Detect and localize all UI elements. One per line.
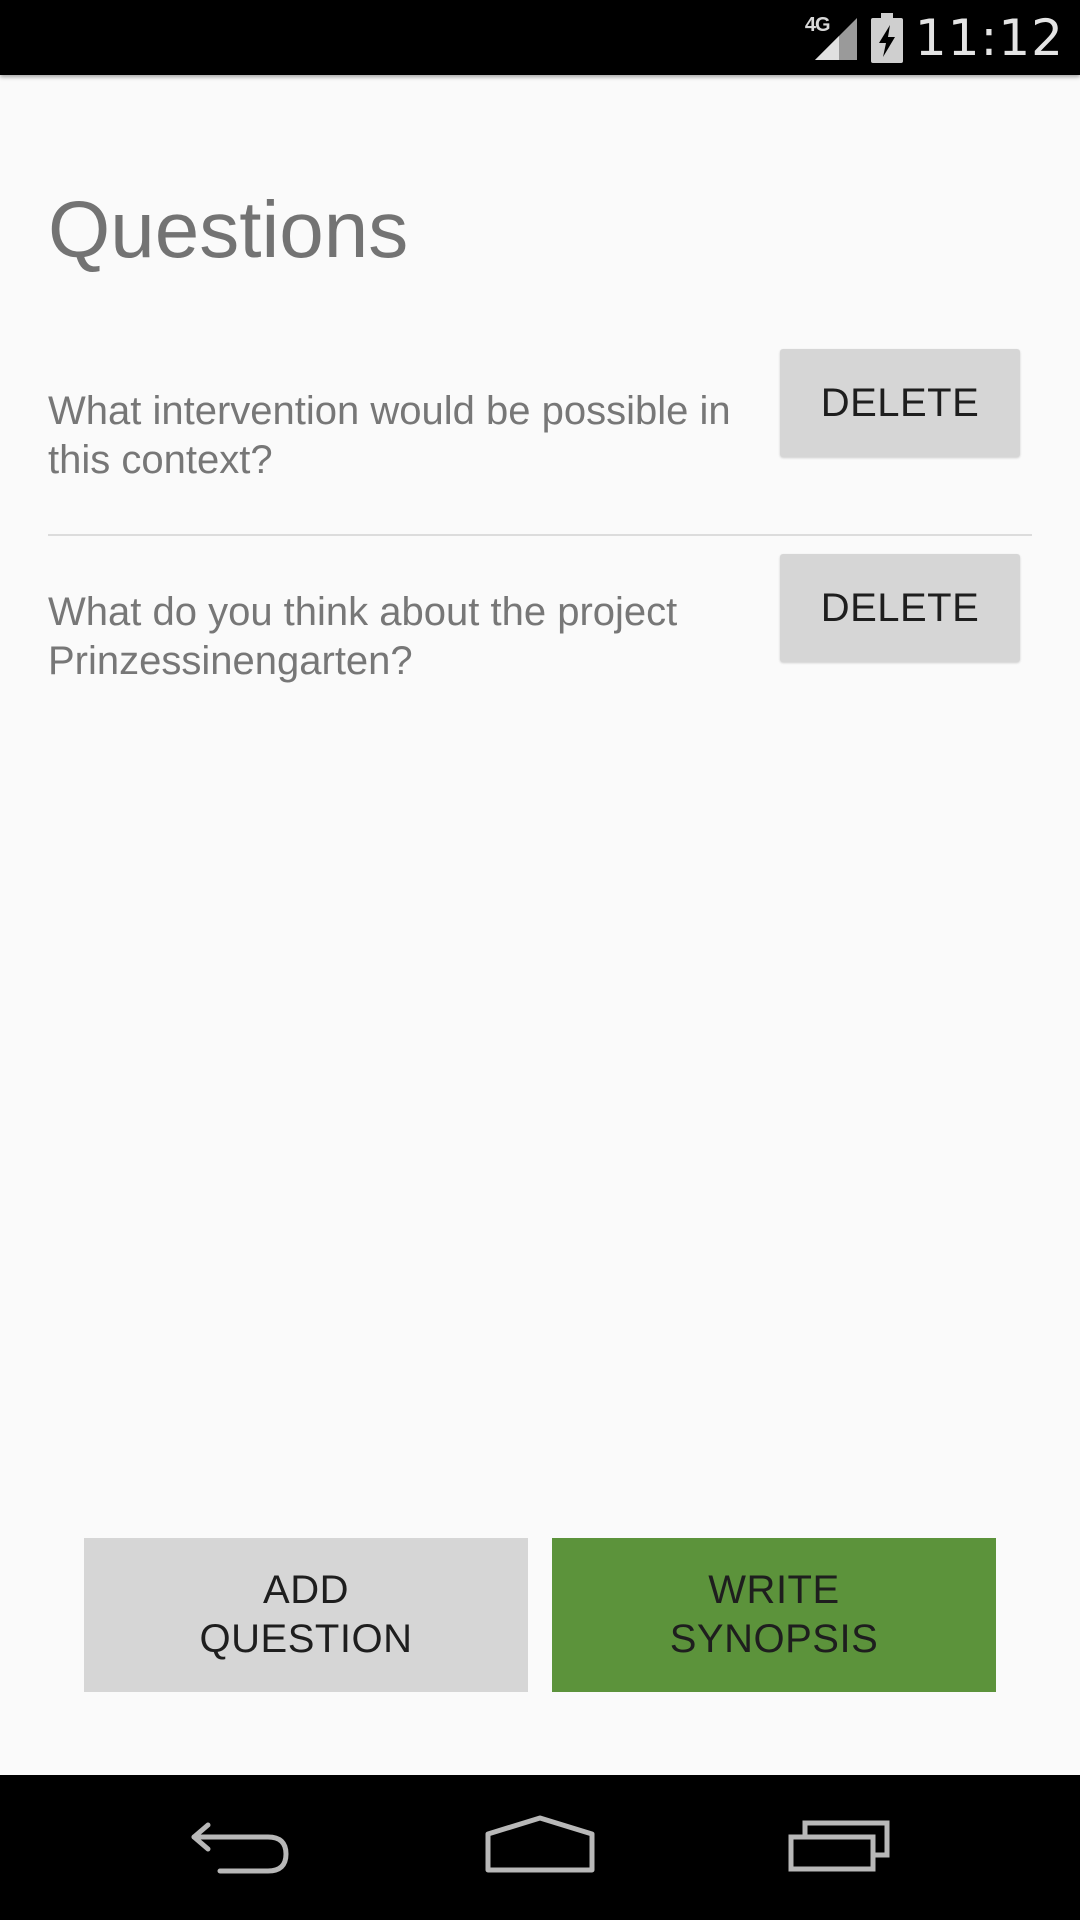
clock: 11:12 bbox=[914, 8, 1064, 67]
write-synopsis-label: WRITE SYNOPSIS bbox=[670, 1566, 879, 1664]
questions-screen: 4G 11:12 Questions What intervention wou… bbox=[0, 0, 1080, 1920]
write-synopsis-label-line2: SYNOPSIS bbox=[669, 1617, 879, 1661]
battery-charging-icon bbox=[870, 12, 903, 63]
question-text: What intervention would be possible in t… bbox=[48, 389, 731, 482]
write-synopsis-label-line1: WRITE bbox=[708, 1568, 840, 1612]
home-icon bbox=[484, 1814, 596, 1881]
add-question-label-line1: ADD bbox=[263, 1568, 349, 1612]
navigation-bar bbox=[0, 1775, 1080, 1920]
delete-question-button[interactable]: DELETE bbox=[780, 349, 1020, 457]
delete-question-button[interactable]: DELETE bbox=[780, 554, 1020, 662]
back-icon bbox=[188, 1815, 292, 1880]
add-question-label-line2: QUESTION bbox=[199, 1617, 413, 1661]
signal-icon: 4G bbox=[805, 14, 859, 62]
add-question-button[interactable]: ADD QUESTION bbox=[84, 1538, 528, 1692]
add-question-label: ADD QUESTION bbox=[200, 1566, 413, 1664]
back-button[interactable] bbox=[140, 1775, 340, 1920]
page-title: Questions bbox=[48, 185, 409, 274]
recents-icon bbox=[787, 1817, 893, 1878]
question-text: What do you think about the project Prin… bbox=[48, 590, 678, 683]
recents-button[interactable] bbox=[740, 1775, 940, 1920]
status-bar: 4G 11:12 bbox=[0, 0, 1080, 75]
status-icons: 4G 11:12 bbox=[805, 0, 1064, 75]
question-row: What do you think about the project Prin… bbox=[48, 554, 1032, 704]
write-synopsis-button[interactable]: WRITE SYNOPSIS bbox=[552, 1538, 996, 1692]
question-row: What intervention would be possible in t… bbox=[48, 349, 1032, 536]
home-button[interactable] bbox=[440, 1775, 640, 1920]
